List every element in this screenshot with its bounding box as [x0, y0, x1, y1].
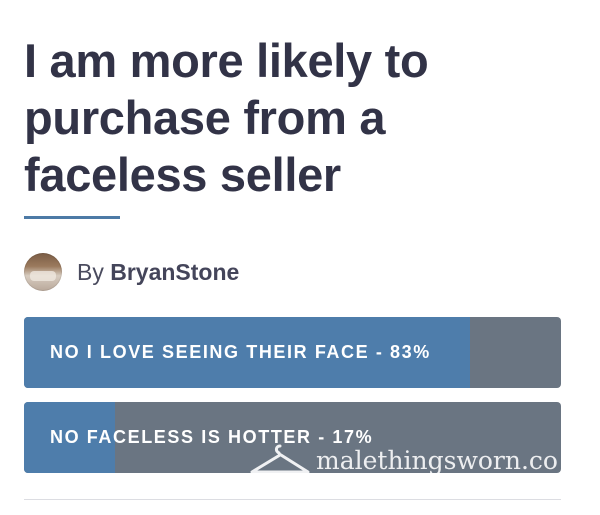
section-divider — [24, 499, 561, 500]
author-byline[interactable]: By BryanStone — [24, 252, 239, 292]
poll-option-love-seeing-face[interactable]: NO I LOVE SEEING THEIR FACE - 83% — [24, 317, 561, 388]
post-title: I am more likely to purchase from a face… — [24, 34, 429, 201]
byline-text: By BryanStone — [77, 259, 239, 286]
poll-option-faceless-hotter[interactable]: NO FACELESS IS HOTTER - 17% — [24, 402, 561, 473]
title-underline — [24, 216, 120, 219]
author-name[interactable]: BryanStone — [110, 259, 239, 285]
avatar[interactable] — [24, 253, 62, 291]
avatar-image-detail — [30, 271, 56, 281]
byline-prefix: By — [77, 258, 104, 285]
poll-option-label: NO I LOVE SEEING THEIR FACE - 83% — [50, 342, 431, 362]
poll-option-label: NO FACELESS IS HOTTER - 17% — [50, 427, 374, 447]
